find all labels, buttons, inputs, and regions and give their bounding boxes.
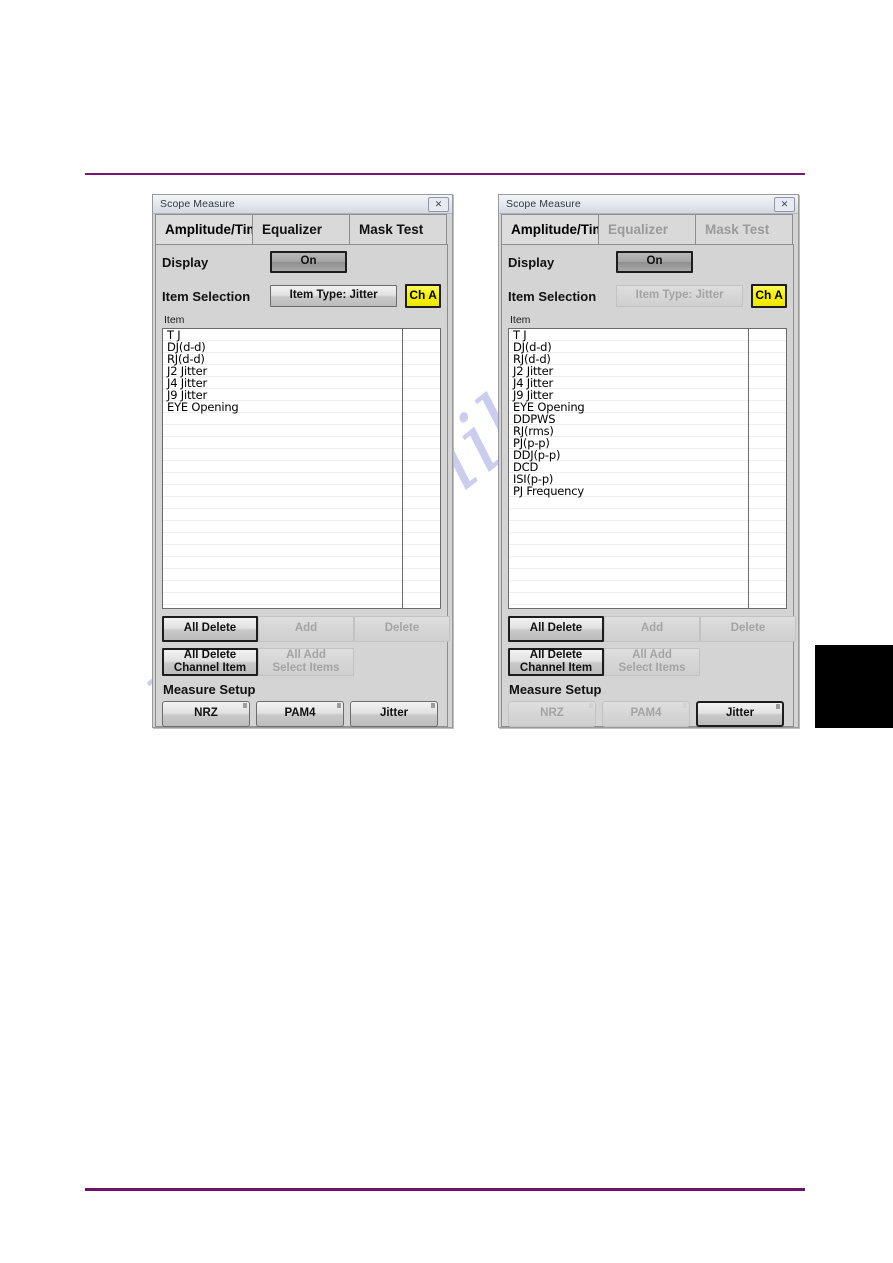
- measure-setup-buttons: NRZ PAM4 Jitter: [162, 701, 441, 727]
- action-buttons: All Delete Add Delete All Delete Channel …: [162, 616, 450, 676]
- all-add-select-items-button[interactable]: All Add Select Items: [604, 648, 700, 676]
- titlebar: Scope Measure ✕: [153, 195, 452, 214]
- list-item[interactable]: DDJ(p-p): [509, 449, 748, 461]
- all-delete-button[interactable]: All Delete: [162, 616, 258, 642]
- item-selection-row: Item Selection Item Type: Jitter Ch A: [162, 279, 441, 313]
- add-button[interactable]: Add: [258, 616, 354, 642]
- all-delete-channel-item-button[interactable]: All Delete Channel Item: [508, 648, 604, 676]
- item-selection-label: Item Selection: [162, 288, 251, 304]
- tabstrip: Amplitude/Time Equalizer Mask Test: [153, 214, 452, 244]
- page-edge-marker: [815, 645, 893, 728]
- action-buttons: All Delete Add Delete All Delete Channel …: [508, 616, 796, 676]
- display-row: Display On: [508, 245, 787, 279]
- measure-setup-label: Measure Setup: [509, 682, 602, 697]
- delete-button[interactable]: Delete: [700, 616, 796, 642]
- window-body: Amplitude/Time Equalizer Mask Test Displ…: [153, 214, 452, 727]
- tab-mask-test[interactable]: Mask Test: [349, 214, 447, 244]
- measure-nrz-button[interactable]: NRZ: [162, 701, 250, 727]
- page-rule-top: [85, 173, 805, 175]
- tabpanel-amplitude-time: Display On Item Selection Item Type: Jit…: [155, 244, 450, 727]
- display-row: Display On: [162, 245, 441, 279]
- window-body: Amplitude/Time Equalizer Mask Test Displ…: [499, 214, 798, 727]
- channel-button[interactable]: Ch A: [751, 284, 787, 308]
- display-label: Display: [162, 254, 209, 270]
- item-list[interactable]: T J DJ(d-d) RJ(d-d) J2 Jitter J4 Jitter J9 Ji…: [162, 328, 441, 609]
- item-list-caption: Item: [164, 314, 185, 326]
- item-selection-label: Item Selection: [508, 288, 597, 304]
- channel-button[interactable]: Ch A: [405, 284, 441, 308]
- window-title: Scope Measure: [160, 198, 235, 210]
- tab-equalizer[interactable]: Equalizer: [252, 214, 350, 244]
- display-on-button[interactable]: On: [270, 251, 347, 273]
- item-list-main-column[interactable]: T J DJ(d-d) RJ(d-d) J2 Jitter J4 Jitter J9 Ji…: [163, 329, 403, 608]
- measure-nrz-button: NRZ: [508, 701, 596, 727]
- titlebar: Scope Measure ✕: [499, 195, 798, 214]
- item-list-side-column[interactable]: [749, 329, 786, 608]
- all-add-select-items-button[interactable]: All Add Select Items: [258, 648, 354, 676]
- item-list-caption: Item: [510, 314, 531, 326]
- tabstrip: Amplitude/Time Equalizer Mask Test: [499, 214, 798, 244]
- tab-amplitude-time[interactable]: Amplitude/Time: [155, 214, 266, 244]
- measure-pam4-button: PAM4: [602, 701, 690, 727]
- measure-jitter-button[interactable]: Jitter: [350, 701, 438, 727]
- add-button[interactable]: Add: [604, 616, 700, 642]
- close-icon[interactable]: ✕: [428, 196, 449, 212]
- all-delete-button[interactable]: All Delete: [508, 616, 604, 642]
- all-delete-channel-item-button[interactable]: All Delete Channel Item: [162, 648, 258, 676]
- tab-mask-test: Mask Test: [695, 214, 793, 244]
- item-type-button: Item Type: Jitter: [616, 285, 744, 307]
- display-on-button[interactable]: On: [616, 251, 693, 273]
- delete-button[interactable]: Delete: [354, 616, 450, 642]
- list-item[interactable]: PJ Frequency: [509, 485, 748, 497]
- measure-setup-label: Measure Setup: [163, 682, 256, 697]
- item-selection-row: Item Selection Item Type: Jitter Ch A: [508, 279, 787, 313]
- close-icon[interactable]: ✕: [774, 196, 795, 212]
- window-title: Scope Measure: [506, 198, 581, 210]
- page-rule-bottom: [85, 1188, 805, 1191]
- list-item[interactable]: EYE Opening: [163, 401, 402, 413]
- measure-setup-buttons: NRZ PAM4 Jitter: [508, 701, 787, 727]
- tab-amplitude-time[interactable]: Amplitude/Time: [501, 214, 612, 244]
- item-list-side-column[interactable]: [403, 329, 440, 608]
- measure-jitter-button[interactable]: Jitter: [696, 701, 784, 727]
- item-type-button[interactable]: Item Type: Jitter: [270, 285, 398, 307]
- scope-measure-window-right[interactable]: Scope Measure ✕ Amplitude/Time Equalizer…: [498, 194, 799, 728]
- tab-equalizer: Equalizer: [598, 214, 696, 244]
- display-label: Display: [508, 254, 555, 270]
- item-list[interactable]: T J DJ(d-d) RJ(d-d) J2 Jitter J4 Jitter J9 Ji…: [508, 328, 787, 609]
- tabpanel-amplitude-time: Display On Item Selection Item Type: Jit…: [501, 244, 796, 727]
- scope-measure-window-left[interactable]: Scope Measure ✕ Amplitude/Time Equalizer…: [152, 194, 453, 728]
- measure-pam4-button[interactable]: PAM4: [256, 701, 344, 727]
- item-list-main-column[interactable]: T J DJ(d-d) RJ(d-d) J2 Jitter J4 Jitter J9 Ji…: [509, 329, 749, 608]
